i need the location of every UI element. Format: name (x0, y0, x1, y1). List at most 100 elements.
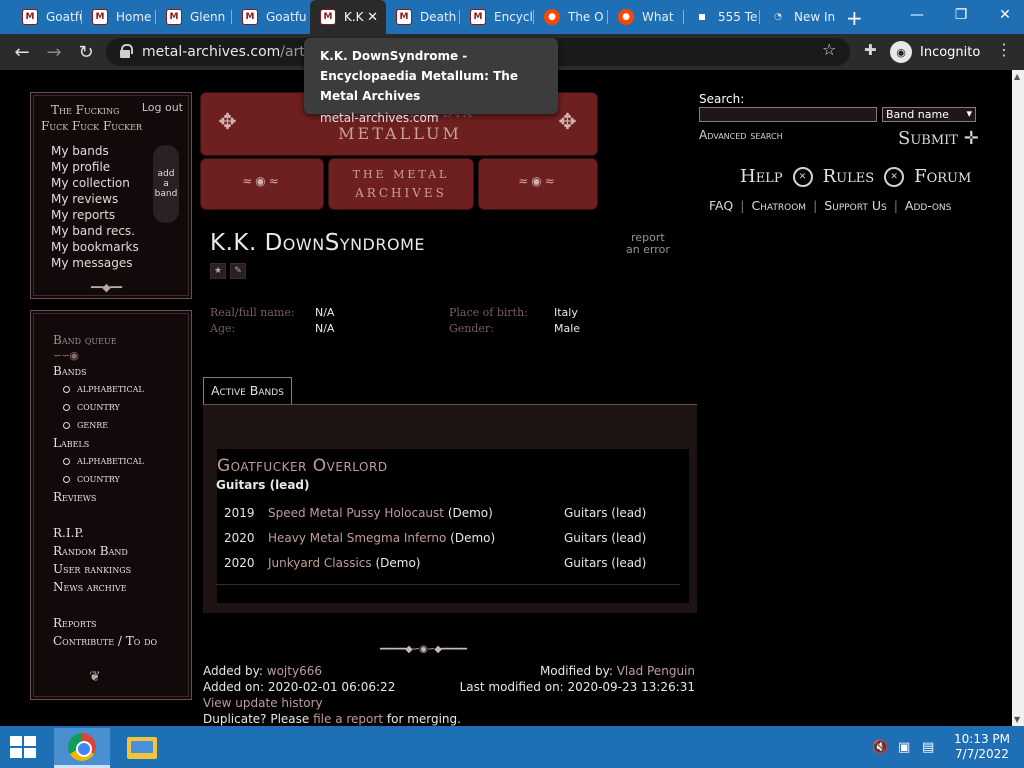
my-collection-link[interactable]: My collection (51, 175, 139, 191)
browser-tab[interactable]: MGoatfu (12, 2, 82, 32)
minimize-icon[interactable]: — (896, 0, 938, 30)
help-link[interactable]: Help (740, 166, 783, 187)
my-reviews-link[interactable]: My reviews (51, 191, 139, 207)
bands-link[interactable]: Bands (53, 362, 157, 380)
release-title-link[interactable]: Speed Metal Pussy Holocaust (268, 506, 444, 520)
release-title-link[interactable]: Junkyard Classics (268, 556, 372, 570)
add-band-button[interactable]: add a band (153, 145, 179, 223)
action-center-icon[interactable]: ▤ (922, 740, 934, 755)
scroll-up-icon[interactable]: ▲ (1014, 72, 1020, 81)
username: Fuck Fuck Fucker (41, 119, 142, 133)
search-type-select[interactable]: Band name (882, 107, 976, 122)
my-messages-link[interactable]: My messages (51, 255, 139, 271)
incognito-indicator[interactable]: ◉ Incognito (890, 39, 986, 65)
contribute-link[interactable]: Contribute / To do (53, 632, 157, 650)
browser-tab[interactable]: M Home (82, 2, 156, 32)
random-band-link[interactable]: Random Band (53, 542, 157, 560)
labels-link[interactable]: Labels (53, 434, 157, 452)
page-scrollbar[interactable]: ▲ ▼ (1012, 70, 1024, 726)
search-label: Search: (699, 92, 745, 106)
bands-alphabetical-link[interactable]: alphabetical (53, 380, 157, 398)
browser-tab[interactable]: ● What (608, 2, 684, 32)
ornament-icon: ✕ (792, 166, 813, 187)
search-input[interactable] (699, 107, 877, 122)
band-role: Guitars (lead) (216, 478, 310, 492)
forward-arrow-icon[interactable]: → (42, 40, 66, 64)
metal-archives-favicon: M (396, 9, 412, 25)
reddit-favicon: ● (544, 9, 560, 25)
forum-link[interactable]: Forum (914, 166, 971, 187)
bookmark-star-icon[interactable]: ★ (210, 263, 226, 279)
close-window-icon[interactable]: ✕ (984, 0, 1024, 30)
page-content: The Fucking Fuck Fuck Fucker Log out My … (0, 70, 1012, 726)
add-ons-link[interactable]: Add-ons (905, 198, 951, 213)
band-queue-link[interactable]: Band queue (53, 331, 157, 349)
band-name-link[interactable]: Goatfucker Overlord (217, 456, 388, 476)
labels-country-link[interactable]: country (53, 470, 157, 488)
my-band-recs-link[interactable]: My band recs. (51, 223, 139, 239)
scroll-down-icon[interactable]: ▼ (1014, 715, 1020, 724)
ornament-divider-icon: ━━◆━━ (91, 281, 122, 294)
added-by: Added by: wojty666 (203, 664, 322, 678)
my-reports-link[interactable]: My reports (51, 207, 139, 223)
extensions-puzzle-icon[interactable]: ✚ (864, 41, 877, 59)
url-domain: metal-archives.com (142, 44, 281, 60)
reviews-link[interactable]: Reviews (53, 488, 157, 506)
back-arrow-icon[interactable]: ← (10, 40, 34, 64)
advanced-search-link[interactable]: Advanced search (699, 128, 783, 142)
my-profile-link[interactable]: My profile (51, 159, 139, 175)
browser-tab[interactable]: M Glenn (156, 2, 232, 32)
browser-tab[interactable]: 555 Te (684, 2, 760, 32)
update-history-link[interactable]: View update history (203, 696, 323, 710)
taskbar-chrome[interactable] (54, 728, 110, 768)
file-report-link[interactable]: file a report (313, 712, 383, 726)
bands-genre-link[interactable]: genre (53, 416, 157, 434)
browser-tab[interactable]: M Death (386, 2, 460, 32)
added-on: Added on: 2020-02-01 06:06:22 (203, 680, 396, 694)
network-icon[interactable]: ▣ (898, 740, 910, 755)
taskbar-file-explorer[interactable] (114, 728, 170, 768)
browser-tab[interactable]: M Encycl (460, 2, 534, 32)
bookmark-star-icon[interactable]: ☆ (822, 40, 836, 59)
report-error-link[interactable]: report an error (626, 232, 670, 256)
user-menu: My bands My profile My collection My rev… (51, 143, 139, 271)
my-bands-link[interactable]: My bands (51, 143, 139, 159)
bands-country-link[interactable]: country (53, 398, 157, 416)
submit-button[interactable]: Submit ✛ (898, 128, 979, 149)
rules-link[interactable]: Rules (823, 166, 875, 187)
news-archive-link[interactable]: News archive (53, 578, 157, 596)
last-modified: Last modified on: 2020-09-23 13:26:31 (459, 680, 695, 694)
metal-archives-favicon: M (242, 9, 258, 25)
added-by-user-link[interactable]: wojty666 (267, 664, 322, 678)
close-tab-icon[interactable]: ✕ (367, 10, 378, 25)
volume-muted-icon[interactable]: 🔇 (872, 740, 888, 755)
browser-tab[interactable]: MGoatfu (232, 2, 308, 32)
edit-pencil-icon[interactable]: ✎ (230, 263, 246, 279)
rip-link[interactable]: R.I.P. (53, 524, 157, 542)
ornament-divider-icon: ∽∽◉ (53, 349, 79, 362)
reports-link[interactable]: Reports (53, 614, 157, 632)
faq-link[interactable]: FAQ (709, 198, 733, 213)
support-us-link[interactable]: Support Us (824, 198, 886, 213)
logo-text: THE METAL (352, 168, 450, 181)
browser-tab-active[interactable]: M K.K ✕ (310, 0, 386, 34)
logout-link[interactable]: Log out (142, 101, 183, 114)
tab-active-bands[interactable]: Active Bands (203, 377, 292, 405)
windows-start-icon[interactable] (10, 736, 36, 758)
user-rankings-link[interactable]: User rankings (53, 560, 157, 578)
browser-tab[interactable]: ◔ New In (760, 2, 836, 32)
reload-icon[interactable]: ↻ (74, 40, 98, 64)
labels-alphabetical-link[interactable]: alphabetical (53, 452, 157, 470)
tab-hover-tooltip: K.K. DownSyndrome - Encyclopaedia Metall… (304, 38, 558, 125)
side-navigation: Band queue ∽∽◉ Bands alphabetical countr… (30, 310, 192, 700)
chatroom-link[interactable]: Chatroom (751, 198, 806, 213)
release-title-link[interactable]: Heavy Metal Smegma Inferno (268, 531, 446, 545)
browser-tab[interactable]: ● The O (534, 2, 608, 32)
system-clock[interactable]: 10:13 PM 7/7/2022 (950, 732, 1014, 762)
browser-menu-icon[interactable]: ⋮ (996, 40, 1012, 59)
modified-by-user-link[interactable]: Vlad Penguin (617, 664, 695, 678)
reddit-favicon: ● (618, 9, 634, 25)
my-bookmarks-link[interactable]: My bookmarks (51, 239, 139, 255)
restore-icon[interactable]: ❐ (940, 0, 982, 30)
new-tab-plus-icon[interactable]: + (846, 6, 863, 30)
